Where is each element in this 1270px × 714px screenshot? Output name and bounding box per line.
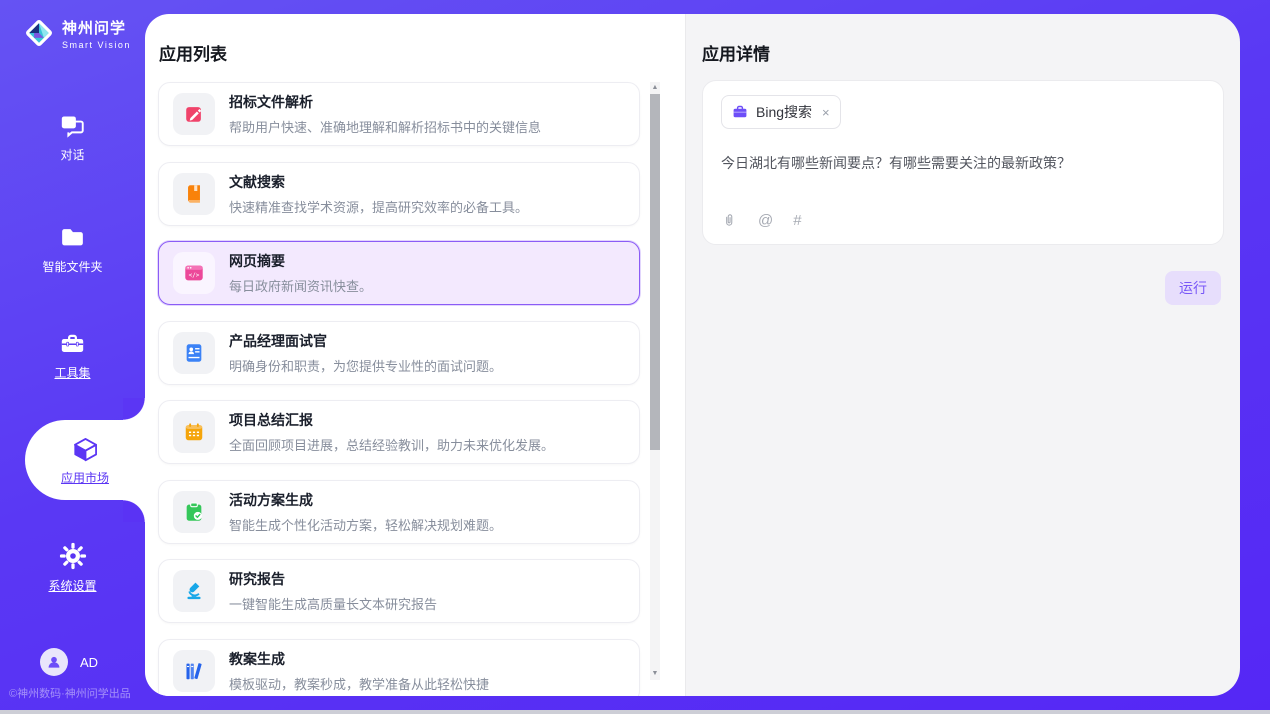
app-card-project-summary[interactable]: 项目总结汇报 全面回顾项目进展，总结经验教训，助力未来优化发展。 [158,400,640,464]
sidebar-item-smart-folder[interactable]: 智能文件夹 [0,222,145,275]
app-card-desc: 一键智能生成高质量长文本研究报告 [229,594,437,613]
app-card-desc: 智能生成个性化活动方案，轻松解决规划难题。 [229,515,502,534]
app-detail-title: 应用详情 [702,40,770,65]
app-card-pm-interviewer[interactable]: 产品经理面试官 明确身份和职责，为您提供专业性的面试问题。 [158,321,640,385]
app-card-title: 项目总结汇报 [229,410,554,430]
app-card-desc: 每日政府新闻资讯快查。 [229,276,372,295]
app-card-lesson-plan[interactable]: 教案生成 模板驱动，教案秒成，教学准备从此轻松快捷 [158,639,640,697]
brand-name: 神州问学 [62,17,131,38]
svg-text:</>: </> [189,272,200,279]
tool-chip-bing-search[interactable]: Bing搜索 × [721,95,841,129]
sidebar-item-label: 工具集 [0,364,145,381]
sidebar-item-app-market[interactable]: 应用市场 [25,420,145,500]
app-card-title: 网页摘要 [229,251,372,271]
edit-document-icon [173,93,215,135]
app-card-event-plan[interactable]: 活动方案生成 智能生成个性化活动方案，轻松解决规划难题。 [158,480,640,544]
app-list-panel: 应用列表 招标文件解析 帮助用户快速、准确地理解和解析招标书中的关键信息 [145,14,685,696]
books-icon [173,650,215,692]
paperclip-icon[interactable] [721,211,738,230]
calendar-report-icon [173,411,215,453]
close-icon[interactable]: × [822,105,830,120]
cube-icon [72,435,99,465]
app-card-title: 教案生成 [229,649,489,669]
brand-logo: 神州问学 Smart Vision [22,16,131,50]
window-bottom-edge [0,710,1270,714]
app-card-title: 招标文件解析 [229,92,541,112]
app-card-desc: 全面回顾项目进展，总结经验教训，助力未来优化发展。 [229,435,554,454]
app-card-research-report[interactable]: 研究报告 一键智能生成高质量长文本研究报告 [158,559,640,623]
app-card-title: 活动方案生成 [229,490,502,510]
app-list-title: 应用列表 [159,40,227,65]
brand-subtitle: Smart Vision [62,40,131,50]
sidebar-item-label: 对话 [0,146,145,163]
avatar [40,648,68,676]
user-profile[interactable]: AD [40,648,98,676]
run-button[interactable]: 运行 [1165,271,1221,305]
app-card-list: 招标文件解析 帮助用户快速、准确地理解和解析招标书中的关键信息 文献搜索 快速精… [158,82,640,696]
user-name: AD [80,655,98,670]
sidebar-item-chat[interactable]: 对话 [0,110,145,163]
sidebar-item-settings[interactable]: 系统设置 [0,541,145,594]
user-avatar-icon [45,653,63,671]
app-card-literature-search[interactable]: 文献搜索 快速精准查找学术资源，提高研究效率的必备工具。 [158,162,640,226]
sidebar-item-label: 系统设置 [0,577,145,594]
tool-chip-label: Bing搜索 [756,102,812,122]
sidebar-item-toolset[interactable]: 工具集 [0,328,145,381]
app-detail-panel: 应用详情 Bing搜索 × 今日湖北有哪些新闻要点？有哪些需要关注的最新政策？ [685,14,1240,696]
sidebar-item-label: 应用市场 [61,469,109,486]
toolbox-icon [0,328,145,358]
app-card-bid-parse[interactable]: 招标文件解析 帮助用户快速、准确地理解和解析招标书中的关键信息 [158,82,640,146]
briefcase-icon [732,104,748,120]
prompt-input-card[interactable]: Bing搜索 × 今日湖北有哪些新闻要点？有哪些需要关注的最新政策？ @ # [702,80,1224,245]
app-card-title: 文献搜索 [229,172,528,192]
resume-icon [173,332,215,374]
chat-icon [0,110,145,140]
app-card-desc: 帮助用户快速、准确地理解和解析招标书中的关键信息 [229,117,541,136]
browser-code-icon: </> [173,252,215,294]
diamond-logo-icon [22,16,56,50]
app-card-title: 研究报告 [229,569,437,589]
gear-icon [0,541,145,571]
at-mention-icon[interactable]: @ [758,212,773,229]
app-card-desc: 模板驱动，教案秒成，教学准备从此轻松快捷 [229,674,489,693]
book-icon [173,173,215,215]
app-card-desc: 快速精准查找学术资源，提高研究效率的必备工具。 [229,197,528,216]
clipboard-check-icon [173,491,215,533]
hash-tag-icon[interactable]: # [793,212,801,229]
app-card-web-summary[interactable]: </> 网页摘要 每日政府新闻资讯快查。 [158,241,640,305]
microscope-icon [173,570,215,612]
query-text-input[interactable]: 今日湖北有哪些新闻要点？有哪些需要关注的最新政策？ [721,153,1205,211]
copyright-text: ©神州数码·神州问学出品 [9,685,131,701]
sidebar-item-label: 智能文件夹 [0,258,145,275]
folder-icon [0,222,145,252]
sidebar: 神州问学 Smart Vision 对话 智能文件夹 [0,0,145,714]
app-card-desc: 明确身份和职责，为您提供专业性的面试问题。 [229,356,502,375]
scrollbar-thumb[interactable] [650,94,660,450]
input-toolbar: @ # [721,211,1205,230]
scrollbar-up-button[interactable]: ▲ [650,82,660,94]
app-card-title: 产品经理面试官 [229,331,502,351]
scrollbar-down-button[interactable]: ▼ [650,668,660,680]
main-content: 应用列表 招标文件解析 帮助用户快速、准确地理解和解析招标书中的关键信息 [145,14,1240,696]
scrollbar[interactable]: ▲ ▼ [650,82,660,680]
